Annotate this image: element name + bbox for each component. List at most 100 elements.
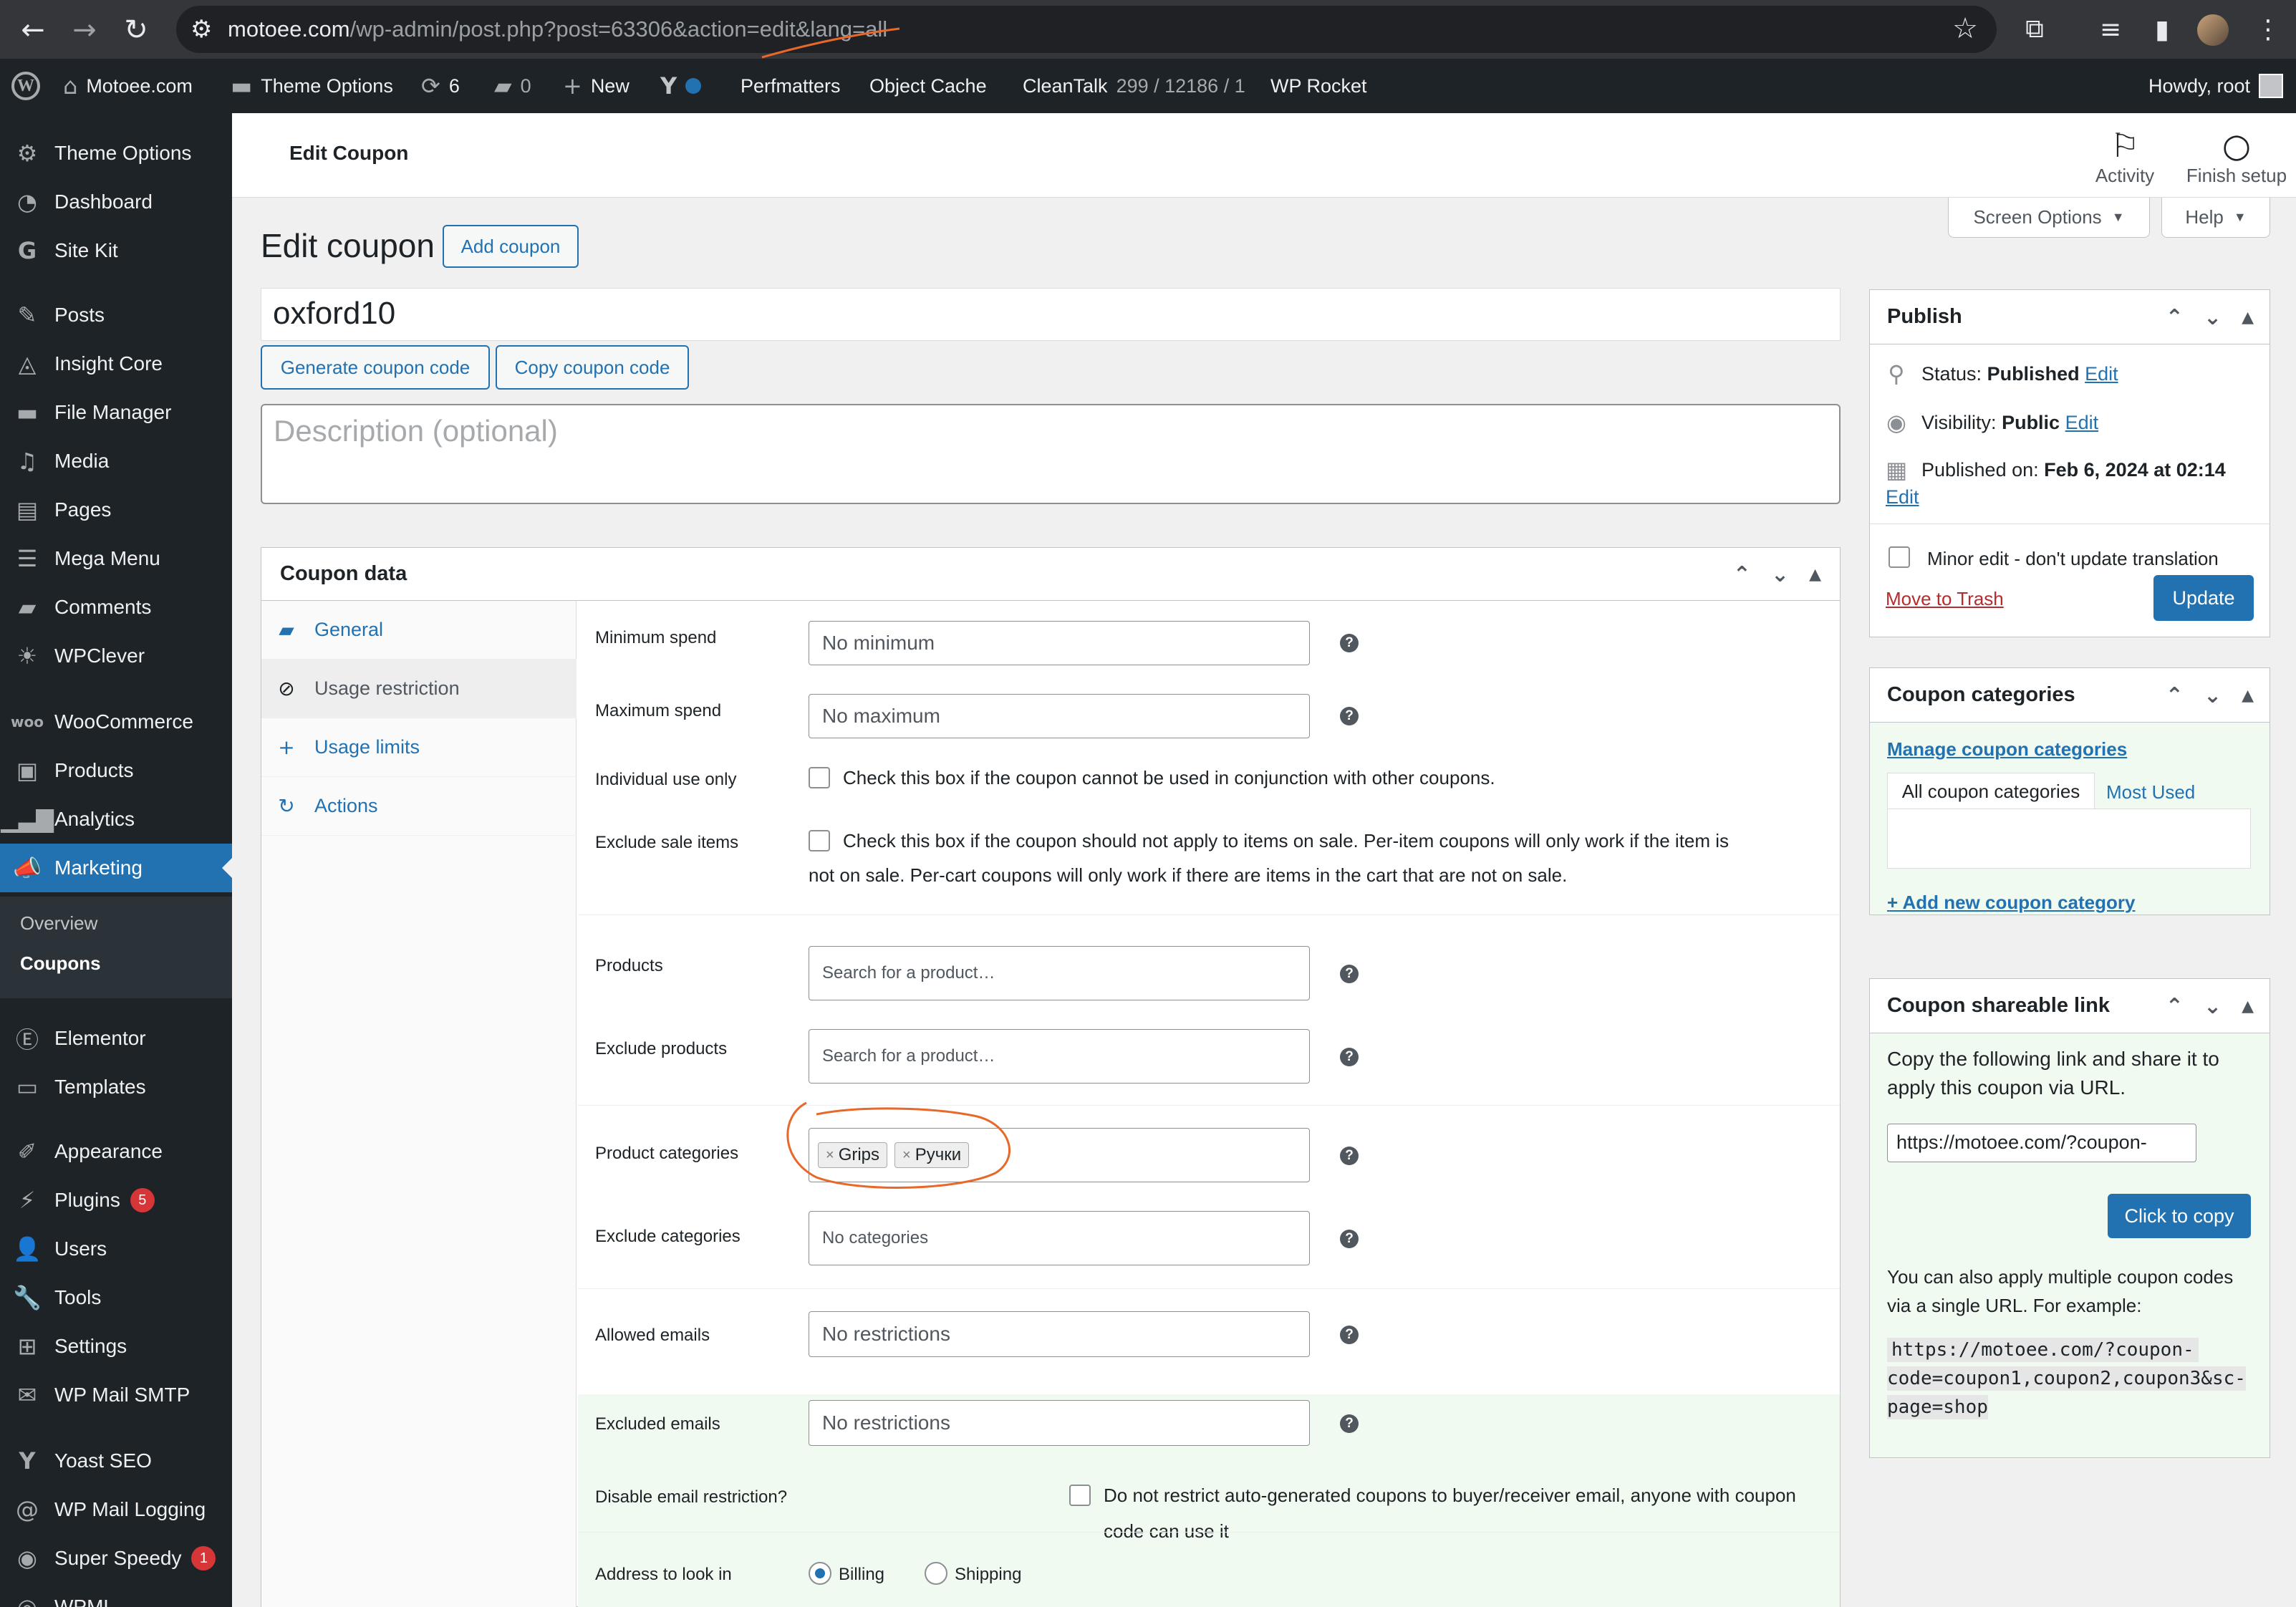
edit-date-link[interactable]: Edit bbox=[1886, 486, 1919, 508]
sidebar-item-users[interactable]: 👤 Users bbox=[0, 1225, 232, 1273]
exclude-products-search-input[interactable]: Search for a product… bbox=[809, 1029, 1310, 1084]
sidebar-item-products[interactable]: ▣ Products bbox=[0, 746, 232, 795]
exclude-sale-checkbox[interactable] bbox=[809, 830, 830, 851]
move-down-icon[interactable]: ⌄ bbox=[2204, 305, 2222, 330]
billing-radio[interactable] bbox=[809, 1562, 831, 1585]
sidebar-item-file-manager[interactable]: ▬ File Manager bbox=[0, 388, 232, 437]
tab-most-used[interactable]: Most Used bbox=[2106, 781, 2195, 804]
move-up-icon[interactable]: ⌃ bbox=[1733, 562, 1751, 587]
collapse-toggle-icon[interactable]: ▲ bbox=[1809, 566, 1821, 584]
max-spend-input[interactable]: No maximum bbox=[809, 694, 1310, 738]
exclude-categories-select[interactable]: No categories bbox=[809, 1211, 1310, 1265]
updates-link[interactable]: ⟳ 6 bbox=[421, 59, 460, 113]
address-bar[interactable]: ⚙ motoee.com/wp-admin/post.php?post=6330… bbox=[176, 6, 1997, 53]
forward-icon[interactable]: → bbox=[63, 9, 106, 52]
sidebar-item-dashboard[interactable]: ◔ Dashboard bbox=[0, 178, 232, 226]
minor-edit-checkbox[interactable] bbox=[1889, 546, 1910, 568]
media-control-icon[interactable]: ≡ bbox=[2091, 10, 2130, 49]
extensions-icon[interactable]: ⧉ bbox=[2015, 10, 2054, 49]
help-icon[interactable]: ? bbox=[1340, 634, 1359, 652]
sidebar-item-media[interactable]: ♫ Media bbox=[0, 437, 232, 486]
sidebar-item-posts[interactable]: ✎ Posts bbox=[0, 291, 232, 339]
excluded-emails-input[interactable]: No restrictions bbox=[809, 1400, 1310, 1446]
add-coupon-button[interactable]: Add coupon bbox=[443, 225, 579, 268]
site-settings-icon[interactable]: ⚙ bbox=[190, 15, 212, 44]
new-content-link[interactable]: + New bbox=[563, 59, 630, 113]
sidebar-item-theme-options[interactable]: ⚙ Theme Options bbox=[0, 129, 232, 178]
help-icon[interactable]: ? bbox=[1340, 965, 1359, 983]
products-search-input[interactable]: Search for a product… bbox=[809, 946, 1310, 1000]
bookmark-star-icon[interactable]: ☆ bbox=[1952, 12, 1978, 45]
manage-categories-link[interactable]: Manage coupon categories bbox=[1887, 738, 2127, 761]
help-icon[interactable]: ? bbox=[1340, 1147, 1359, 1165]
activity-button[interactable]: ⚐ Activity bbox=[2074, 126, 2176, 187]
add-new-category-link[interactable]: + Add new coupon category bbox=[1887, 892, 2135, 914]
min-spend-input[interactable]: No minimum bbox=[809, 621, 1310, 665]
sidebar-item-site-kit[interactable]: G Site Kit bbox=[0, 226, 232, 275]
tab-general[interactable]: ▰ General bbox=[261, 601, 577, 660]
sidebar-item-settings[interactable]: ⊞ Settings bbox=[0, 1322, 232, 1371]
account-menu[interactable]: Howdy, root bbox=[2148, 59, 2284, 113]
sidebar-item-analytics[interactable]: ▁▃▇ Analytics bbox=[0, 795, 232, 844]
finish-setup-button[interactable]: ○ Finish setup bbox=[2177, 126, 2296, 187]
tab-usage-limits[interactable]: + Usage limits bbox=[261, 718, 577, 777]
help-icon[interactable]: ? bbox=[1340, 1230, 1359, 1248]
sidebar-item-mega-menu[interactable]: ☰ Mega Menu bbox=[0, 534, 232, 583]
edit-visibility-link[interactable]: Edit bbox=[2065, 412, 2099, 433]
disable-email-checkbox[interactable] bbox=[1069, 1485, 1091, 1506]
side-panel-icon[interactable]: ▮ bbox=[2143, 10, 2181, 49]
site-name-link[interactable]: ⌂ Motoee.com bbox=[63, 59, 193, 113]
cleantalk-link[interactable]: CleanTalk 299 / 12186 / 1 bbox=[1023, 59, 1245, 113]
back-icon[interactable]: ← bbox=[11, 9, 54, 52]
help-icon[interactable]: ? bbox=[1340, 707, 1359, 725]
sidebar-item-marketing[interactable]: 📣 Marketing bbox=[0, 844, 232, 892]
edit-status-link[interactable]: Edit bbox=[2085, 363, 2118, 385]
yoast-menu[interactable]: Y bbox=[660, 59, 702, 113]
help-button[interactable]: Help ▼ bbox=[2161, 198, 2270, 238]
collapse-toggle-icon[interactable]: ▲ bbox=[2242, 998, 2254, 1015]
move-to-trash-link[interactable]: Move to Trash bbox=[1886, 588, 2004, 610]
shareable-link-field[interactable]: https://motoee.com/?coupon- bbox=[1887, 1124, 2196, 1162]
coupon-code-input[interactable]: oxford10 bbox=[261, 288, 1841, 341]
help-icon[interactable]: ? bbox=[1340, 1048, 1359, 1066]
sidebar-item-comments[interactable]: ▰ Comments bbox=[0, 583, 232, 632]
theme-options-link[interactable]: ▬ Theme Options bbox=[231, 59, 393, 113]
help-icon[interactable]: ? bbox=[1340, 1326, 1359, 1344]
help-icon[interactable]: ? bbox=[1340, 1414, 1359, 1433]
reload-icon[interactable]: ↻ bbox=[115, 9, 158, 52]
sidebar-item-insight-core[interactable]: ◬ Insight Core bbox=[0, 339, 232, 388]
sidebar-item-super-speedy[interactable]: ◉ Super Speedy 1 bbox=[0, 1534, 232, 1583]
sidebar-item-elementor[interactable]: Ⓔ Elementor bbox=[0, 1014, 232, 1063]
sidebar-item-templates[interactable]: ▭ Templates bbox=[0, 1063, 232, 1111]
move-up-icon[interactable]: ⌃ bbox=[2166, 305, 2184, 330]
collapse-toggle-icon[interactable]: ▲ bbox=[2242, 687, 2254, 705]
tab-all-categories[interactable]: All coupon categories bbox=[1887, 773, 2095, 810]
sidebar-item-tools[interactable]: 🔧 Tools bbox=[0, 1273, 232, 1322]
individual-use-checkbox[interactable] bbox=[809, 767, 830, 788]
wp-rocket-link[interactable]: WP Rocket bbox=[1270, 59, 1367, 113]
collapse-toggle-icon[interactable]: ▲ bbox=[2242, 309, 2254, 327]
object-cache-link[interactable]: Object Cache bbox=[869, 59, 987, 113]
browser-menu-icon[interactable]: ⋮ bbox=[2249, 10, 2287, 49]
sidebar-item-plugins[interactable]: ⚡ Plugins 5 bbox=[0, 1176, 232, 1225]
perfmatters-link[interactable]: Perfmatters bbox=[741, 59, 841, 113]
copy-coupon-code-button[interactable]: Copy coupon code bbox=[496, 345, 689, 390]
tab-actions[interactable]: ↻ Actions bbox=[261, 777, 577, 836]
move-down-icon[interactable]: ⌄ bbox=[1771, 562, 1789, 587]
click-to-copy-button[interactable]: Click to copy bbox=[2108, 1194, 2251, 1238]
move-down-icon[interactable]: ⌄ bbox=[2204, 683, 2222, 708]
comments-link[interactable]: ▰ 0 bbox=[494, 59, 531, 113]
sidebar-item-yoast-seo[interactable]: Y Yoast SEO bbox=[0, 1437, 232, 1485]
description-textarea[interactable]: Description (optional) bbox=[261, 404, 1841, 504]
generate-coupon-code-button[interactable]: Generate coupon code bbox=[261, 345, 490, 390]
move-up-icon[interactable]: ⌃ bbox=[2166, 683, 2184, 708]
submenu-coupons[interactable]: Coupons bbox=[20, 952, 101, 975]
sidebar-item-appearance[interactable]: ✐ Appearance bbox=[0, 1127, 232, 1176]
profile-avatar[interactable] bbox=[2197, 14, 2229, 46]
sidebar-item-wpclever[interactable]: ☀ WPClever bbox=[0, 632, 232, 680]
tab-usage-restriction[interactable]: ⊘ Usage restriction bbox=[261, 660, 577, 718]
shipping-radio[interactable] bbox=[925, 1562, 947, 1585]
submenu-overview[interactable]: Overview bbox=[20, 912, 97, 935]
wp-logo-icon[interactable]: W bbox=[11, 59, 40, 113]
sidebar-item-pages[interactable]: ▤ Pages bbox=[0, 486, 232, 534]
